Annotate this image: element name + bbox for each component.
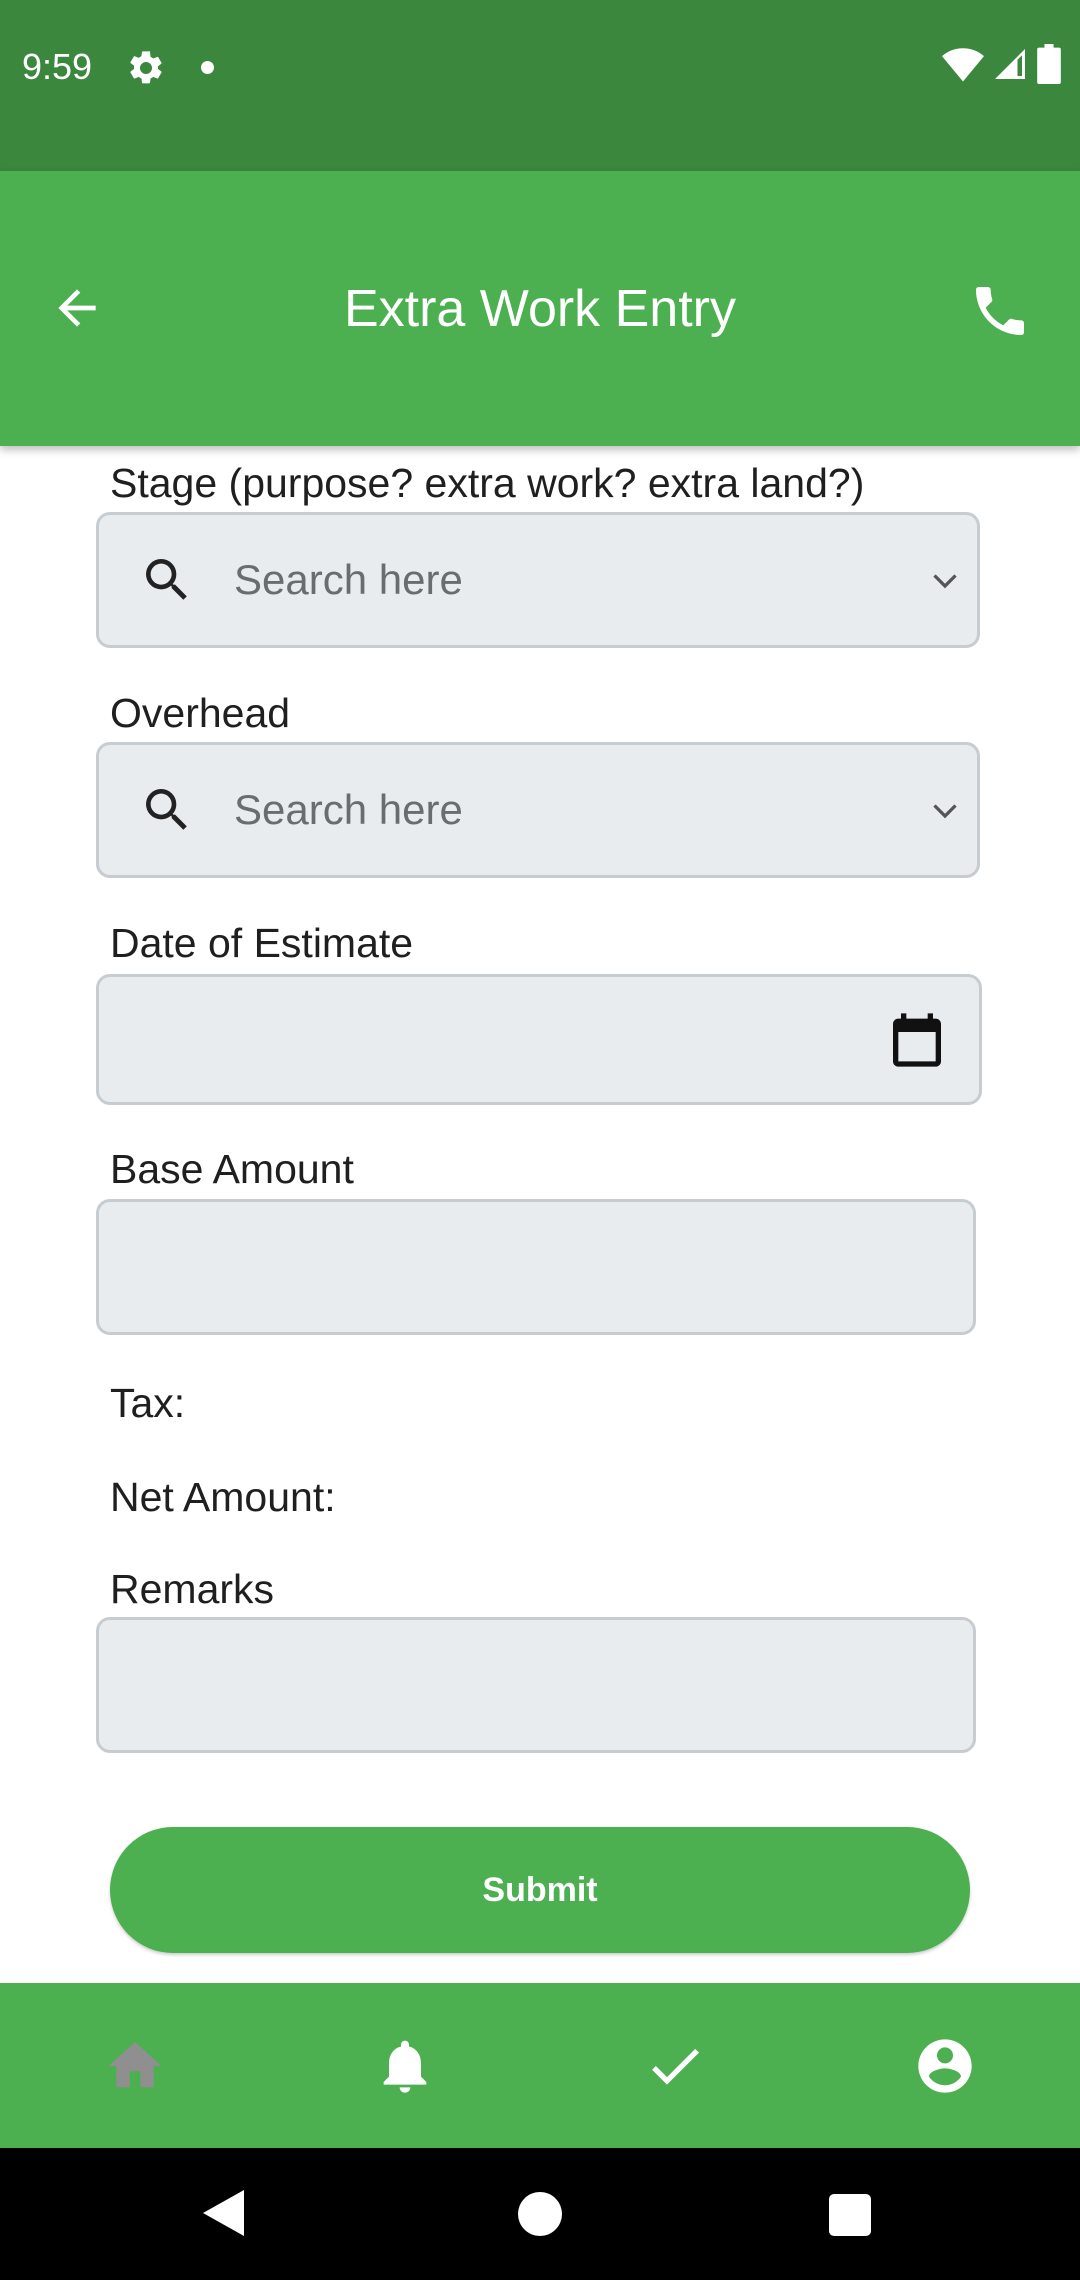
- nav-item-home[interactable]: [0, 1983, 270, 2148]
- system-nav-bar: [0, 2148, 1080, 2280]
- account-circle-icon: [918, 2038, 972, 2093]
- overhead-label: Overhead: [110, 690, 291, 736]
- date-of-estimate-label: Date of Estimate: [110, 920, 414, 966]
- nav-item-profile[interactable]: [810, 1983, 1080, 2148]
- call-button[interactable]: [960, 271, 1040, 351]
- phone-icon: [976, 287, 1024, 335]
- system-home-icon[interactable]: [518, 2192, 562, 2236]
- stage-label: Stage (purpose? extra work? extra land?): [110, 460, 865, 506]
- base-amount-label: Base Amount: [110, 1146, 354, 1192]
- wifi-icon: [942, 48, 984, 82]
- submit-button[interactable]: Submit: [110, 1827, 970, 1953]
- form-content: Stage (purpose? extra work? extra land?)…: [0, 446, 1080, 1983]
- tax-label: Tax:: [110, 1380, 186, 1426]
- calendar-icon[interactable]: [885, 1008, 949, 1072]
- date-of-estimate-field[interactable]: [96, 974, 982, 1105]
- remarks-input[interactable]: [96, 1617, 976, 1753]
- search-icon: [146, 559, 187, 600]
- notification-dot-icon: [201, 61, 214, 74]
- status-bar: 9:59: [0, 0, 1080, 171]
- stage-placeholder: Search here: [234, 556, 463, 603]
- remarks-label: Remarks: [110, 1566, 275, 1612]
- chevron-down-icon: [933, 804, 957, 819]
- system-recents-icon[interactable]: [829, 2194, 871, 2236]
- home-icon: [108, 2041, 162, 2087]
- net-amount-label: Net Amount:: [110, 1474, 336, 1520]
- bottom-nav: [0, 1983, 1080, 2148]
- app-bar: Extra Work Entry: [0, 171, 1080, 446]
- overhead-search-dropdown[interactable]: Search here: [96, 742, 980, 878]
- gear-icon: [130, 51, 162, 84]
- base-amount-input[interactable]: [96, 1199, 976, 1335]
- bell-icon: [383, 2040, 427, 2093]
- status-time: 9:59: [22, 46, 93, 87]
- stage-search-dropdown[interactable]: Search here: [96, 512, 980, 648]
- battery-icon: [1037, 44, 1061, 84]
- overhead-placeholder: Search here: [234, 786, 463, 833]
- search-icon: [146, 789, 187, 830]
- system-back-icon[interactable]: [200, 2188, 246, 2238]
- nav-item-notifications[interactable]: [270, 1983, 540, 2148]
- signal-icon: [995, 49, 1025, 79]
- nav-item-tasks[interactable]: [540, 1983, 810, 2148]
- page-title: Extra Work Entry: [343, 280, 736, 338]
- status-right-icons: [942, 44, 1062, 84]
- check-icon: [652, 2048, 699, 2085]
- chevron-down-icon: [933, 574, 957, 589]
